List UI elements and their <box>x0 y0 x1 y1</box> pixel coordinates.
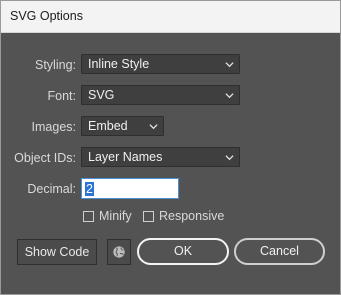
chevron-down-icon <box>149 124 158 130</box>
minify-label[interactable]: Minify <box>99 209 132 223</box>
styling-select[interactable]: Inline Style <box>81 54 240 74</box>
chevron-down-icon <box>225 155 234 161</box>
styling-value: Inline Style <box>88 57 150 71</box>
svg-options-dialog: SVG Options Styling: Inline Style Font: … <box>0 0 341 295</box>
ok-button[interactable]: OK <box>137 238 229 265</box>
dialog-title: SVG Options <box>10 9 83 23</box>
globe-icon <box>113 246 125 258</box>
responsive-label[interactable]: Responsive <box>159 209 224 223</box>
minify-checkbox[interactable] <box>83 211 94 222</box>
chevron-down-icon <box>225 62 234 68</box>
web-preview-button[interactable] <box>107 239 131 265</box>
font-select[interactable]: SVG <box>81 85 240 105</box>
object-ids-select[interactable]: Layer Names <box>81 147 240 167</box>
object-ids-label: Object IDs: <box>14 151 76 165</box>
font-value: SVG <box>88 88 115 102</box>
cancel-button[interactable]: Cancel <box>234 238 325 265</box>
show-code-button[interactable]: Show Code <box>17 239 97 265</box>
font-label: Font: <box>47 89 77 103</box>
title-bar[interactable]: SVG Options <box>1 1 340 33</box>
chevron-down-icon <box>225 93 234 99</box>
decimal-input[interactable]: 2 <box>81 178 179 199</box>
decimal-label: Decimal: <box>27 182 76 196</box>
images-label: Images: <box>31 120 76 134</box>
styling-label: Styling: <box>35 58 76 72</box>
images-value: Embed <box>88 119 128 133</box>
responsive-checkbox[interactable] <box>143 211 154 222</box>
images-select[interactable]: Embed <box>81 116 164 136</box>
object-ids-value: Layer Names <box>88 150 163 164</box>
decimal-value: 2 <box>85 182 94 196</box>
